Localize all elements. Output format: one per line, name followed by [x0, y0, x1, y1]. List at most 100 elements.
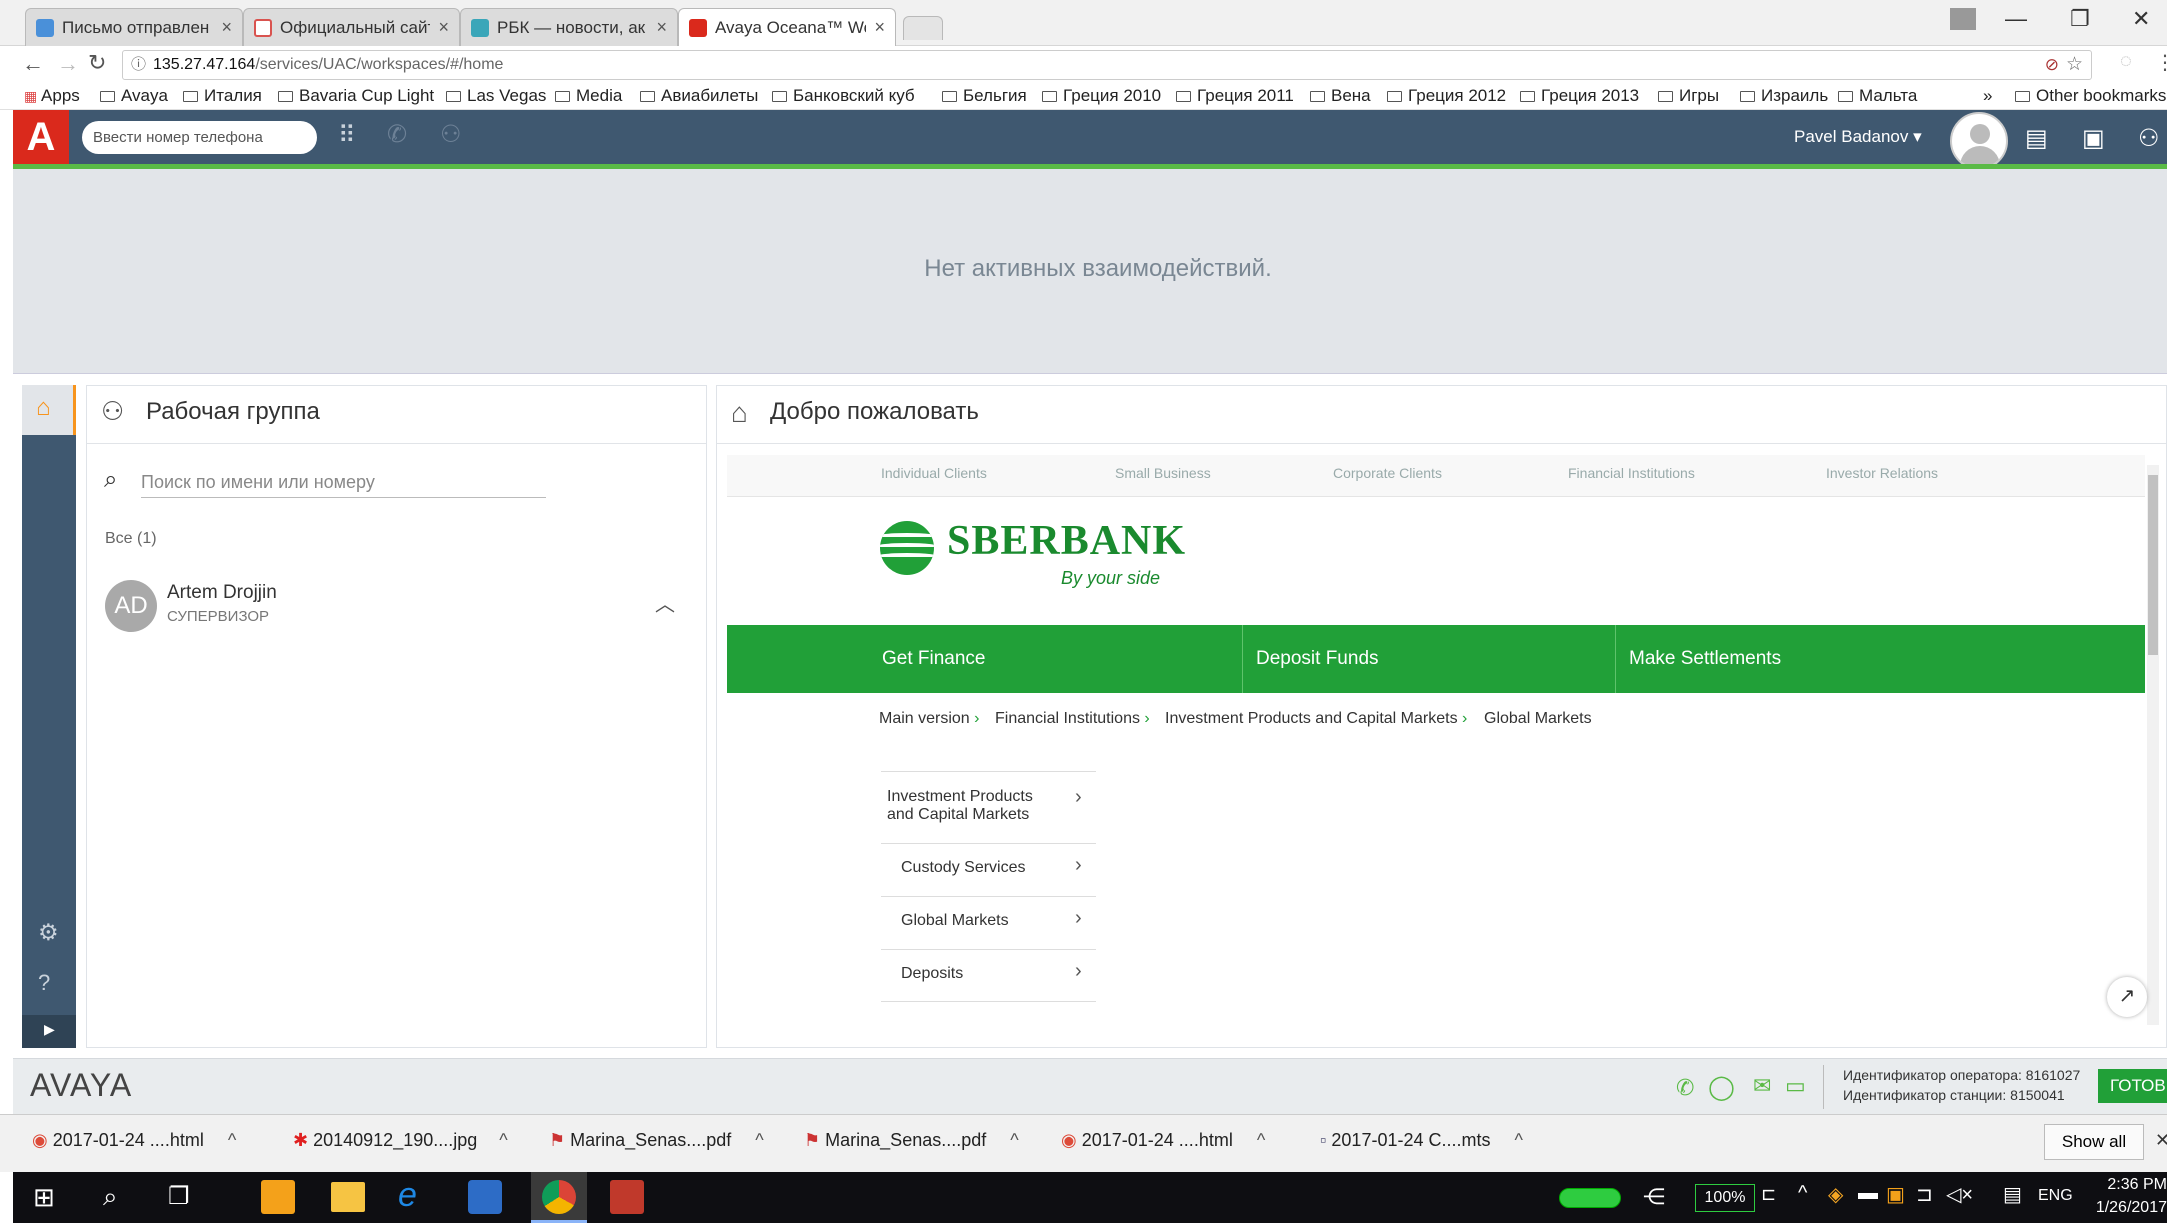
bookmark-item[interactable]: Греция 2011 [1176, 86, 1294, 106]
menu-item[interactable]: Global Markets › [881, 896, 1096, 949]
avaya-logo[interactable]: A [13, 110, 69, 166]
filter-all-label[interactable]: Все (1) [105, 530, 157, 548]
extension-icon[interactable]: ◌ [2120, 50, 2132, 73]
input-language[interactable]: ENG [2038, 1187, 2073, 1205]
menu-icon[interactable]: ⋮ [2155, 50, 2167, 75]
show-all-downloads-button[interactable]: Show all [2044, 1124, 2144, 1160]
task-view-icon[interactable]: ❐ [168, 1182, 190, 1211]
settings-icon[interactable]: ⚙ [38, 919, 59, 946]
bookmark-item[interactable]: Media [555, 86, 622, 106]
tray-icon[interactable]: ▬ [1858, 1182, 1878, 1205]
brand-name[interactable]: SBERBANK [947, 517, 1186, 565]
browser-tab[interactable]: РБК — новости, ак × [460, 8, 678, 46]
menu-item[interactable]: Custody Services › [881, 843, 1096, 896]
expand-nav-button[interactable]: ▶ [22, 1015, 76, 1048]
nav-investor-relations[interactable]: Investor Relations [1826, 465, 1938, 481]
email-channel-icon[interactable]: ✉ [1753, 1073, 1771, 1099]
chevron-up-icon[interactable]: ︿ [655, 588, 675, 617]
contact-card-icon[interactable]: ▣ [2082, 124, 2105, 153]
breadcrumb[interactable]: Main version › [879, 710, 979, 728]
close-tab-icon[interactable]: × [438, 17, 449, 38]
close-window-icon[interactable]: ✕ [2132, 6, 2150, 32]
scrollbar[interactable] [2147, 465, 2159, 1025]
tray-icon[interactable]: ⊐ [1916, 1182, 1933, 1207]
app-icon[interactable] [610, 1180, 644, 1214]
browser-tab[interactable]: Официальный сайт × [243, 8, 460, 46]
download-item[interactable]: ◉ 2017-01-24 ....html ^ [32, 1130, 236, 1151]
bookmark-item[interactable]: Греция 2013 [1520, 86, 1639, 106]
bookmark-apps[interactable]: ▦ Apps [24, 86, 80, 106]
sms-channel-icon[interactable]: ▭ [1785, 1073, 1806, 1099]
chevron-up-icon[interactable]: ^ [1257, 1130, 1265, 1150]
chat-channel-icon[interactable]: ◯ [1708, 1073, 1735, 1102]
phone-call-icon[interactable]: ✆ [387, 120, 407, 149]
help-icon[interactable]: ? [38, 970, 50, 996]
bookmark-item[interactable]: Израиль [1740, 86, 1828, 106]
other-bookmarks[interactable]: Other bookmarks [2015, 86, 2166, 106]
remote-app-icon[interactable] [468, 1180, 502, 1214]
nav-get-finance[interactable]: Get Finance [882, 625, 986, 693]
phone-channel-icon[interactable]: ✆ [1676, 1075, 1694, 1101]
breadcrumb[interactable]: Financial Institutions › [995, 710, 1150, 728]
bookmark-item[interactable]: Греция 2012 [1387, 86, 1506, 106]
chevron-up-icon[interactable]: ^ [228, 1130, 236, 1150]
chevron-up-icon[interactable]: ^ [1514, 1130, 1522, 1150]
chevron-up-icon[interactable]: ^ [499, 1130, 507, 1150]
bookmark-item[interactable]: Игры [1658, 86, 1719, 106]
download-item[interactable]: ⚑ Marina_Senas....pdf ^ [549, 1130, 764, 1151]
close-downloads-icon[interactable]: ✕ [2155, 1130, 2167, 1151]
tray-icon[interactable]: ◈ [1828, 1182, 1843, 1207]
dialpad-icon[interactable]: ⠿ [338, 121, 356, 150]
bookmark-item[interactable]: Мальта [1838, 86, 1917, 106]
phone-number-input[interactable]: Ввести номер телефона [82, 121, 317, 154]
search-icon[interactable]: ⌕ [103, 1181, 118, 1213]
team-icon[interactable]: ⚇ [2138, 124, 2160, 153]
close-tab-icon[interactable]: × [656, 17, 667, 38]
transfer-user-icon[interactable]: ⚇ [440, 120, 462, 149]
nav-financial-institutions[interactable]: Financial Institutions [1568, 465, 1695, 481]
clipboard-icon[interactable]: ▤ [2025, 124, 2048, 153]
chevron-up-icon[interactable]: ^ [755, 1130, 763, 1150]
bookmark-item[interactable]: Bavaria Cup Light [278, 86, 434, 106]
show-hidden-icons[interactable]: ^ [1798, 1182, 1807, 1205]
tray-icon[interactable]: ▣ [1886, 1182, 1905, 1207]
restore-icon[interactable]: ❐ [2070, 6, 2090, 32]
browser-tab[interactable]: Письмо отправлен × [25, 8, 243, 46]
nav-small-business[interactable]: Small Business [1115, 465, 1211, 481]
close-tab-icon[interactable]: × [874, 17, 885, 38]
translate-icon[interactable]: ⊘ [2045, 51, 2059, 79]
bookmarks-overflow-button[interactable]: » [1983, 86, 1992, 106]
new-tab-button[interactable] [903, 16, 943, 40]
menu-item[interactable]: Investment Products and Capital Markets … [881, 771, 1096, 843]
chevron-up-icon[interactable]: ^ [1010, 1130, 1018, 1150]
bookmark-item[interactable]: Италия [183, 86, 262, 106]
user-menu[interactable]: Pavel Badanov ▾ [1794, 127, 1922, 147]
sberbank-logo-icon[interactable] [880, 521, 934, 575]
bookmark-item[interactable]: Авиабилеты [640, 86, 758, 106]
member-search-input[interactable]: Поиск по имени или номеру [141, 468, 546, 498]
notification-icon[interactable]: ▤ [2003, 1182, 2022, 1207]
open-external-icon[interactable]: ↗ [2107, 977, 2147, 1017]
breadcrumb[interactable]: Investment Products and Capital Markets … [1165, 710, 1467, 728]
home-nav-button[interactable]: ⌂ [22, 385, 76, 435]
url-field[interactable]: ⓘ 135.27.47.164/services/UAC/workspaces/… [122, 50, 2092, 80]
internet-explorer-icon[interactable]: e [398, 1176, 417, 1215]
chrome-taskbar-button[interactable] [531, 1172, 587, 1223]
browser-tab-active[interactable]: Avaya Oceana™ Wo × [678, 8, 896, 46]
bookmark-item[interactable]: Греция 2010 [1042, 86, 1161, 106]
minimize-icon[interactable]: — [2005, 6, 2027, 32]
info-icon[interactable]: ⓘ [131, 51, 146, 79]
outlook-app-icon[interactable] [261, 1180, 295, 1214]
clock-date[interactable]: 1/26/2017 [2091, 1199, 2167, 1217]
volume-icon[interactable]: ◁× [1946, 1182, 1973, 1207]
tray-icon[interactable]: ⊏ [1761, 1184, 1776, 1205]
star-icon[interactable]: ☆ [2066, 51, 2083, 79]
windows-start-icon[interactable]: ⊞ [33, 1182, 55, 1213]
close-tab-icon[interactable]: × [221, 17, 232, 38]
back-icon[interactable]: ← [22, 51, 44, 77]
profile-icon[interactable] [1950, 8, 1976, 30]
nav-corporate-clients[interactable]: Corporate Clients [1333, 465, 1442, 481]
menu-item[interactable]: Deposits › [881, 949, 1096, 1002]
battery-indicator[interactable] [1559, 1188, 1621, 1208]
nav-individual-clients[interactable]: Individual Clients [881, 465, 987, 481]
